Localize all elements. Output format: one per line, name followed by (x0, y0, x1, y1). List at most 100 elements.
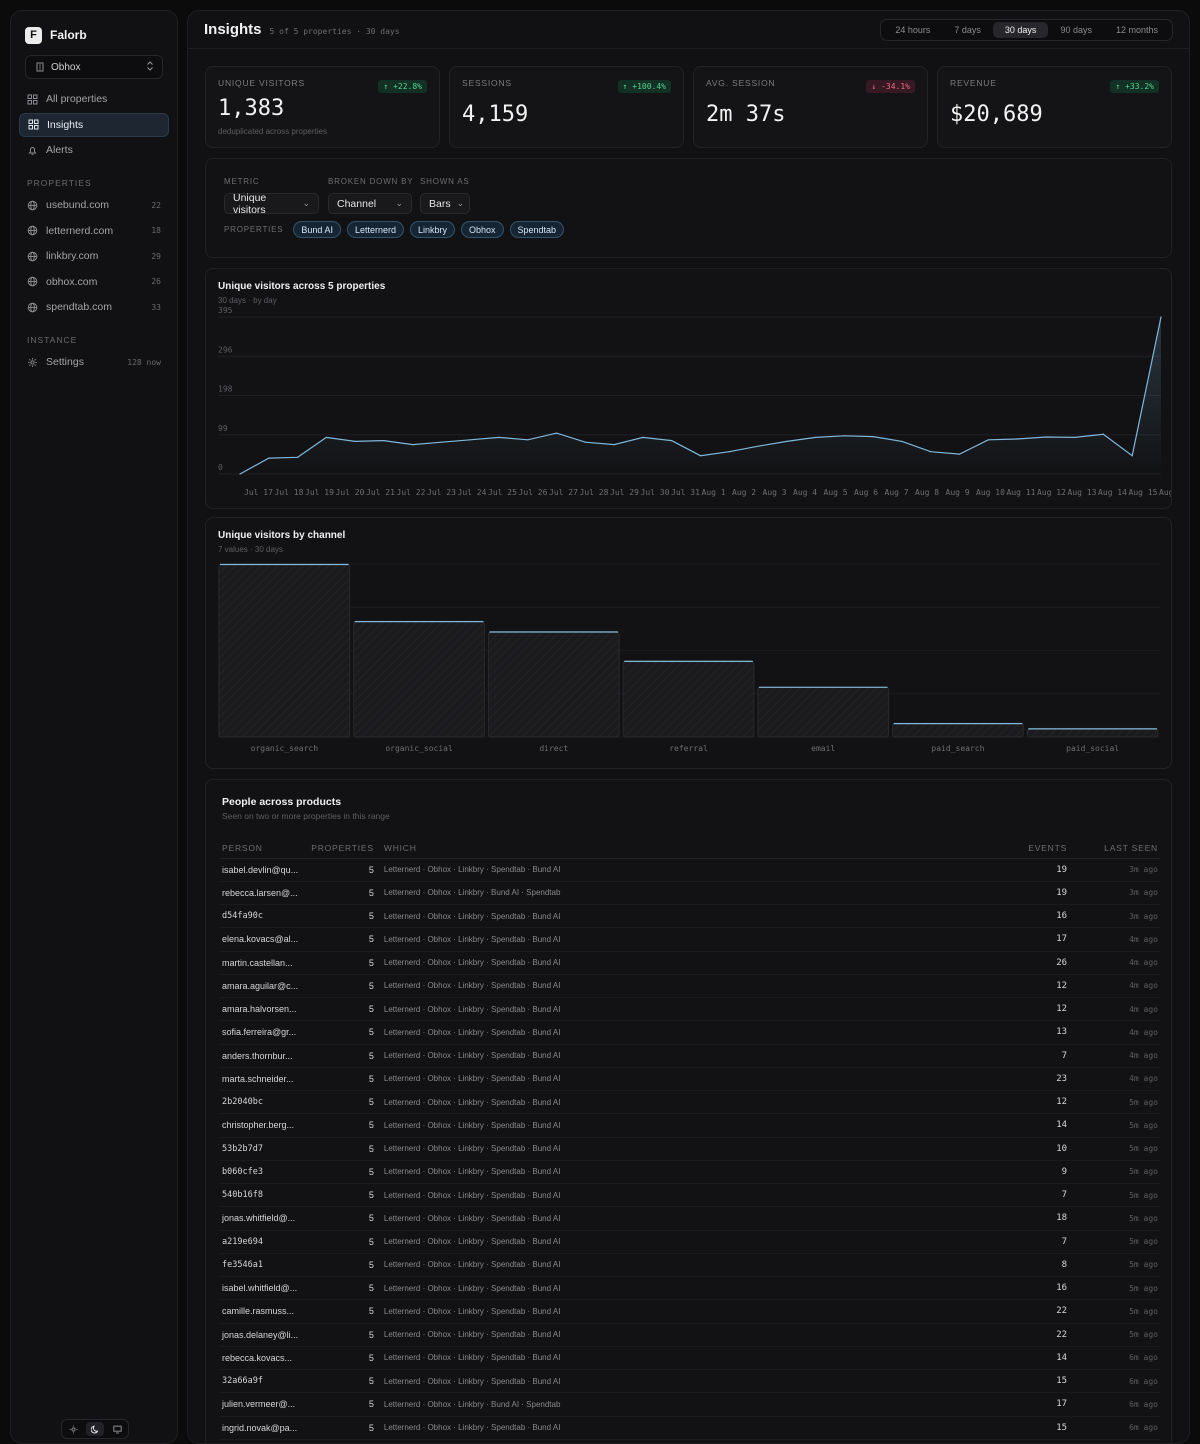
table-row[interactable]: elena.kovacs@al... 5 Letternerd · Obhox · … (220, 927, 1160, 952)
sidebar-property-item[interactable]: spendtab.com 33 (19, 295, 169, 319)
data-point[interactable] (815, 436, 817, 439)
table-row[interactable]: 540b16f8 5 Letternerd · Obhox · Linkbry · … (220, 1183, 1160, 1208)
data-point[interactable] (354, 440, 356, 443)
table-row[interactable]: amara.halvorsen... 5 Letternerd · Obhox · … (220, 997, 1160, 1022)
data-point[interactable] (325, 436, 327, 439)
table-row[interactable]: ingrid.novak@pa... 5 Letternerd · Obhox · … (220, 1416, 1160, 1440)
table-row[interactable]: 32a66a9f 5 Letternerd · Obhox · Linkbry · … (220, 1369, 1160, 1394)
data-point[interactable] (642, 436, 644, 439)
data-point[interactable] (1160, 316, 1162, 318)
table-row[interactable]: 2b2040bc 5 Letternerd · Obhox · Linkbry · … (220, 1090, 1160, 1115)
data-point[interactable] (843, 435, 846, 437)
sidebar-property-item[interactable]: obhox.com 26 (19, 270, 169, 294)
bar[interactable] (353, 620, 485, 738)
column-person[interactable]: PERSON (220, 838, 302, 859)
table-row[interactable]: julien.vermeer@... 5 Letternerd · Obhox · … (220, 1392, 1160, 1417)
sidebar-property-item[interactable]: usebund.com 22 (19, 193, 169, 217)
data-point[interactable] (1074, 436, 1076, 439)
bar[interactable] (757, 686, 890, 738)
range-option[interactable]: 7 days (942, 22, 993, 38)
table-row[interactable]: isabel.whitfield@... 5 Letternerd · Obhox … (220, 1276, 1160, 1301)
table-row[interactable]: martin.castellan... 5 Letternerd · Obhox ·… (220, 951, 1160, 975)
data-point[interactable] (555, 432, 558, 434)
moon-icon[interactable] (86, 1422, 104, 1436)
table-row[interactable]: jonas.delaney@li... 5 Letternerd · Obhox ·… (220, 1323, 1160, 1347)
property-chip[interactable]: Spendtab (509, 221, 565, 238)
data-point[interactable] (268, 457, 270, 459)
table-row[interactable]: rebecca.kovacs... 5 Letternerd · Obhox · L… (220, 1346, 1160, 1371)
data-point[interactable] (584, 441, 586, 443)
bar[interactable] (622, 660, 755, 738)
nav-all-properties[interactable]: All properties (19, 87, 169, 111)
range-option[interactable]: 24 hours (883, 22, 942, 38)
table-row[interactable]: christopher.berg... 5 Letternerd · Obhox ·… (220, 1113, 1160, 1138)
table-header-row: PERSON PROPERTIES WHICH EVENTS LAST SEEN (220, 838, 1160, 859)
data-point[interactable] (1045, 436, 1047, 438)
data-point[interactable] (930, 451, 932, 453)
data-point[interactable] (1131, 455, 1133, 457)
column-last-seen[interactable]: LAST SEEN (1069, 838, 1160, 859)
breakdown-select[interactable]: Channel ⌄ (328, 193, 412, 214)
data-point[interactable] (239, 473, 241, 475)
data-point[interactable] (613, 443, 615, 446)
nav-alerts[interactable]: Alerts (19, 138, 169, 162)
data-point[interactable] (1016, 438, 1018, 440)
data-point[interactable] (958, 453, 961, 455)
range-option[interactable]: 30 days (992, 21, 1049, 38)
data-point[interactable] (699, 455, 702, 457)
data-point[interactable] (1102, 433, 1105, 435)
data-point[interactable] (527, 439, 529, 441)
property-chip[interactable]: Obhox (461, 221, 504, 238)
table-row[interactable]: 53b2b7d7 5 Letternerd · Obhox · Linkbry · … (220, 1137, 1160, 1161)
bar[interactable] (1026, 727, 1159, 738)
data-point[interactable] (901, 440, 903, 443)
data-point[interactable] (987, 439, 989, 441)
nav-insights[interactable]: Insights (19, 112, 169, 137)
range-option[interactable]: 12 months (1104, 22, 1170, 38)
bar[interactable] (892, 722, 1024, 738)
property-chip[interactable]: Bund AI (293, 221, 341, 238)
table-row[interactable]: sofia.ferreira@gr... 5 Letternerd · Obhox … (220, 1020, 1160, 1045)
data-point[interactable] (728, 451, 730, 453)
sun-icon[interactable] (64, 1422, 82, 1436)
data-point[interactable] (498, 436, 500, 439)
table-row[interactable]: rebecca.larsen@... 5 Letternerd · Obhox · … (220, 881, 1160, 906)
property-chip[interactable]: Letternerd (346, 221, 404, 238)
column-events[interactable]: EVENTS (988, 838, 1070, 859)
table-row[interactable]: isabel.devlin@qu... 5 Letternerd · Obhox ·… (220, 858, 1160, 882)
data-point[interactable] (469, 439, 471, 441)
table-row[interactable]: d54fa90c 5 Letternerd · Obhox · Linkbry · … (220, 904, 1160, 929)
properties-cell: 5 (301, 881, 382, 906)
data-point[interactable] (296, 456, 299, 458)
table-row[interactable]: a219e694 5 Letternerd · Obhox · Linkbry · … (220, 1230, 1160, 1254)
nav-settings[interactable]: Settings 128 now (19, 350, 169, 374)
monitor-icon[interactable] (108, 1422, 126, 1436)
range-option[interactable]: 90 days (1048, 22, 1104, 38)
sidebar-property-item[interactable]: linkbry.com 29 (19, 244, 169, 268)
data-point[interactable] (757, 445, 759, 447)
metric-select[interactable]: Unique visitors ⌄ (224, 192, 319, 216)
table-row[interactable]: fe3546a1 5 Letternerd · Obhox · Linkbry · … (220, 1253, 1160, 1278)
table-row[interactable]: jonas.whitfield@... 5 Letternerd · Obhox ·… (220, 1206, 1160, 1231)
which-cell: Letternerd · Obhox · Linkbry · Bund AI ·… (381, 1392, 989, 1417)
table-row[interactable]: amara.aguilar@c... 5 Letternerd · Obhox · … (220, 974, 1160, 999)
table-row[interactable]: anders.thornbur... 5 Letternerd · Obhox · … (220, 1044, 1160, 1068)
data-point[interactable] (412, 443, 414, 446)
bar[interactable] (218, 563, 351, 738)
brand[interactable]: F Falorb (19, 19, 169, 51)
table-row[interactable]: marta.schneider... 5 Letternerd · Obhox · … (220, 1067, 1160, 1092)
table-row[interactable]: b060cfe3 5 Letternerd · Obhox · Linkbry · … (220, 1160, 1160, 1185)
column-which[interactable]: WHICH (381, 838, 989, 859)
table-row[interactable]: camille.rasmuss... 5 Letternerd · Obhox · … (220, 1299, 1160, 1324)
data-point[interactable] (786, 440, 788, 443)
bar[interactable] (487, 630, 620, 738)
sidebar-property-item[interactable]: letternerd.com 18 (19, 219, 169, 243)
property-chip[interactable]: Linkbry (409, 221, 455, 238)
data-point[interactable] (872, 436, 874, 438)
workspace-switcher[interactable]: Obhox (25, 55, 163, 79)
column-properties[interactable]: PROPERTIES (301, 838, 382, 859)
data-point[interactable] (440, 441, 443, 443)
data-point[interactable] (671, 440, 673, 442)
shown-as-select[interactable]: Bars ⌄ (420, 193, 470, 214)
data-point[interactable] (383, 440, 385, 442)
